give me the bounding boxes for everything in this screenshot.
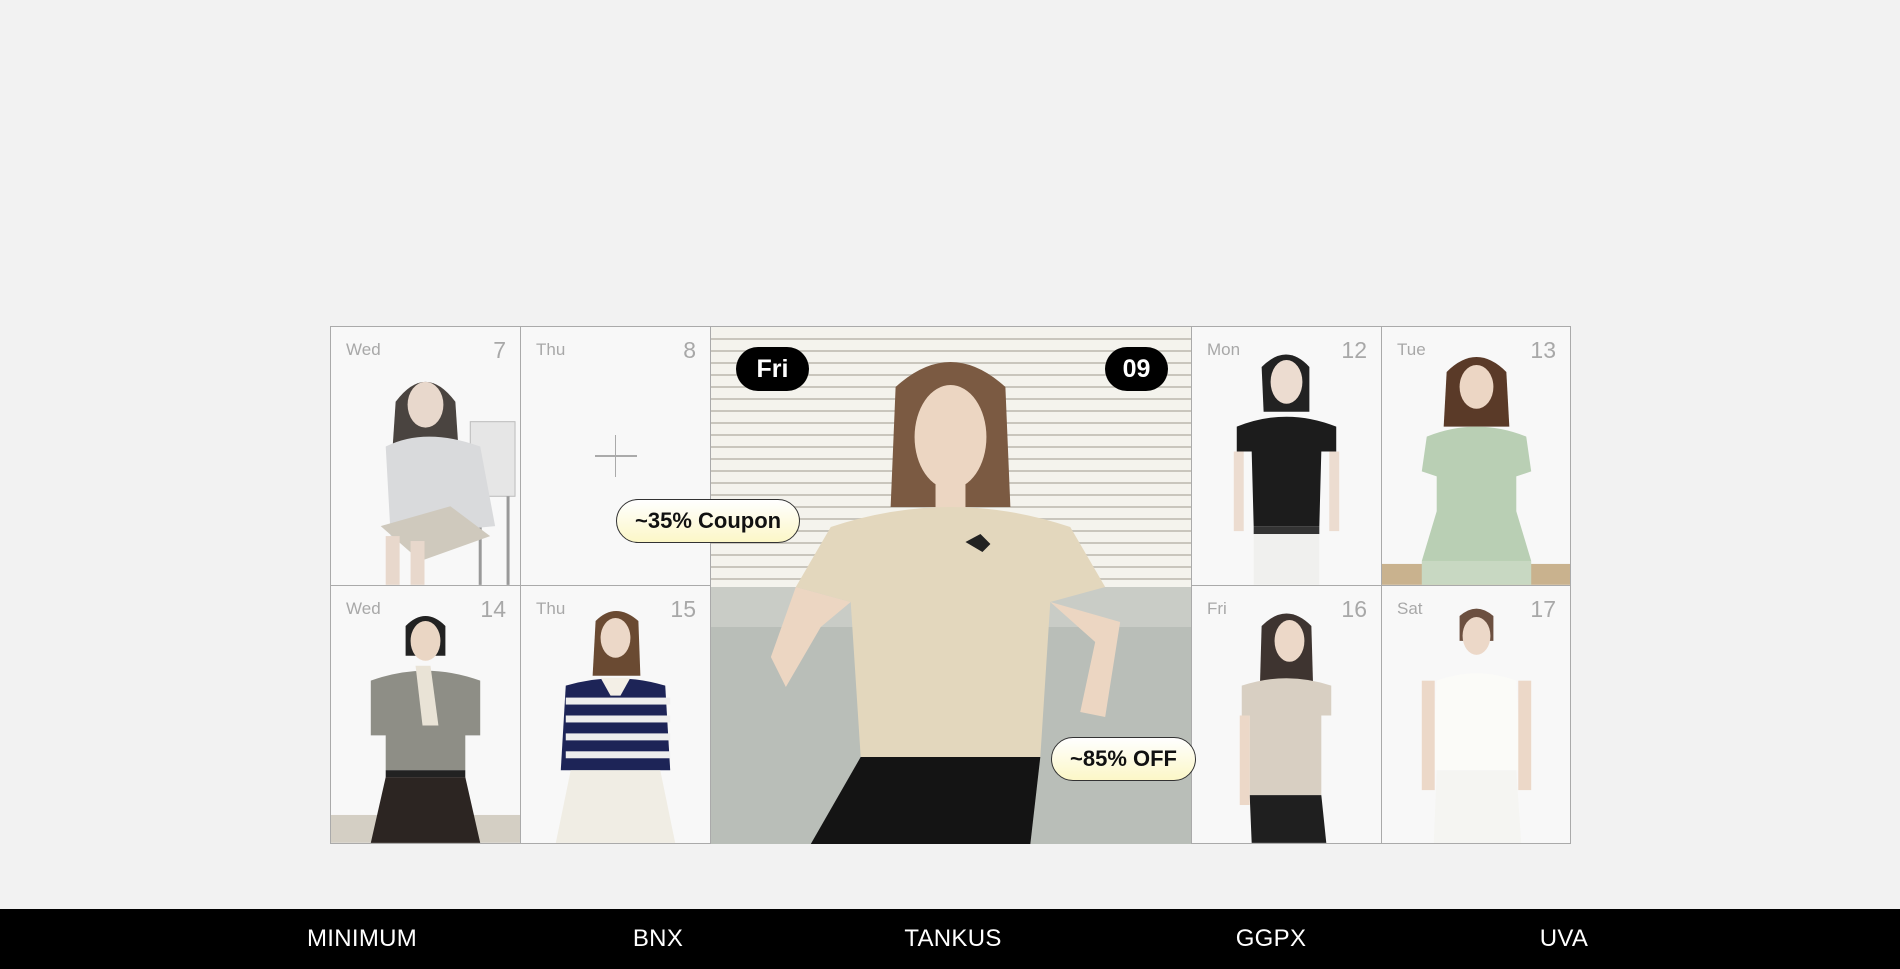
date-number: 7: [493, 337, 506, 363]
day-label: Mon: [1207, 340, 1241, 359]
calendar-cell-mon-12[interactable]: Mon 12: [1192, 327, 1382, 586]
day-label: Wed: [346, 340, 381, 359]
coupon-badge[interactable]: ~35% Coupon: [616, 499, 801, 543]
date-number: 13: [1530, 337, 1556, 363]
day-label: Fri: [1207, 599, 1227, 618]
featured-date-pill: 09: [1105, 347, 1168, 391]
calendar-cell-fri-16[interactable]: Fri 16: [1192, 586, 1382, 844]
date-number: 14: [480, 596, 506, 622]
calendar-cell-thu-15[interactable]: Thu 15: [521, 586, 711, 844]
brand-link-tankus[interactable]: TANKUS: [904, 909, 1001, 969]
calendar-cell-wed-7[interactable]: Wed 7: [331, 327, 521, 586]
model-photo: [1421, 608, 1532, 843]
promo-calendar: Wed 7 Thu 8 Mon 12 Tue 13 Wed 14 Thu 15 …: [330, 326, 1571, 844]
date-number: 16: [1341, 596, 1367, 622]
featured-day-pill: Fri: [736, 347, 809, 391]
date-number: 15: [670, 596, 696, 622]
brand-link-bnx[interactable]: BNX: [633, 909, 683, 969]
discount-badge[interactable]: ~85% OFF: [1051, 737, 1196, 781]
day-label: Thu: [536, 340, 566, 359]
calendar-cell-tue-13[interactable]: Tue 13: [1382, 327, 1571, 586]
calendar-cell-wed-14[interactable]: Wed 14: [331, 586, 521, 844]
date-number: 12: [1341, 337, 1367, 363]
day-label: Thu: [536, 599, 566, 618]
date-number: 17: [1530, 596, 1556, 622]
add-plus-icon[interactable]: [594, 435, 637, 477]
day-label: Sat: [1397, 599, 1423, 618]
model-photo: [1382, 357, 1570, 585]
model-photo: [1239, 613, 1332, 843]
brand-link-ggpx[interactable]: GGPX: [1236, 909, 1307, 969]
model-photo: [555, 611, 676, 843]
brand-link-uva[interactable]: UVA: [1540, 909, 1588, 969]
brand-bar: MINIMUM BNX TANKUS GGPX UVA: [0, 909, 1900, 969]
brand-link-minimum[interactable]: MINIMUM: [307, 909, 417, 969]
day-label: Wed: [346, 599, 381, 618]
model-photo: [1233, 354, 1340, 585]
date-number: 8: [683, 337, 696, 363]
calendar-cell-sat-17[interactable]: Sat 17: [1382, 586, 1571, 844]
calendar-cell-thu-8[interactable]: Thu 8: [521, 327, 711, 586]
model-photo: [331, 616, 520, 843]
model-photo: [380, 381, 516, 585]
day-label: Tue: [1397, 340, 1426, 359]
